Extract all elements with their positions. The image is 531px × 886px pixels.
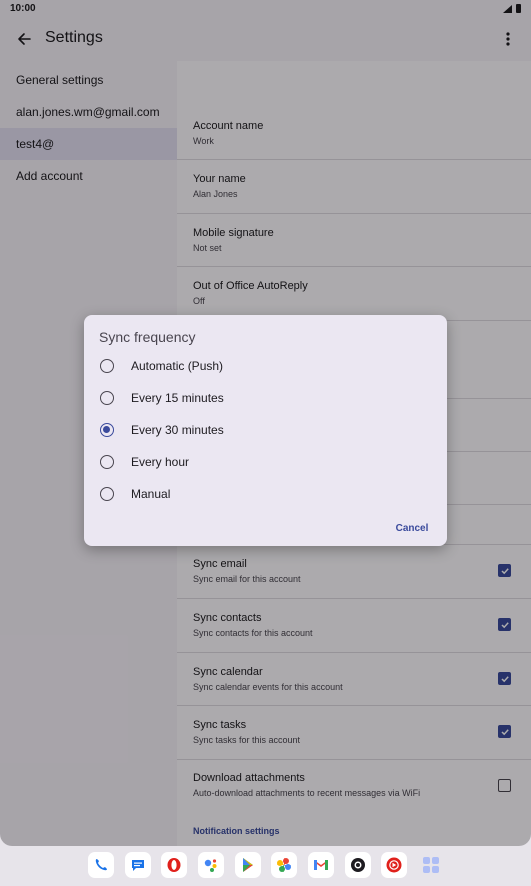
option-label: Automatic (Push) <box>131 359 224 373</box>
dialog-title: Sync frequency <box>99 329 196 345</box>
app-drawer-icon[interactable] <box>418 852 444 878</box>
play-store-icon[interactable] <box>234 852 261 878</box>
opera-icon[interactable] <box>161 852 188 878</box>
radio-button[interactable] <box>100 487 114 501</box>
sync-frequency-dialog: Sync frequency Automatic (Push) Every 15… <box>84 315 447 546</box>
option-label: Every hour <box>131 455 190 469</box>
phone-icon[interactable] <box>88 852 114 878</box>
option-every-30-minutes[interactable]: Every 30 minutes <box>84 414 447 446</box>
option-every-hour[interactable]: Every hour <box>84 446 447 478</box>
camera-icon[interactable] <box>344 852 371 878</box>
radio-button[interactable] <box>100 359 114 373</box>
radio-button[interactable] <box>100 455 114 469</box>
messages-icon[interactable] <box>124 852 151 878</box>
photos-icon[interactable] <box>271 852 298 878</box>
option-label: Every 30 minutes <box>131 423 224 437</box>
radio-button[interactable] <box>100 391 114 405</box>
option-manual[interactable]: Manual <box>84 478 447 510</box>
option-every-15-minutes[interactable]: Every 15 minutes <box>84 382 447 414</box>
gmail-icon[interactable] <box>307 852 334 878</box>
cancel-button[interactable]: Cancel <box>384 518 440 538</box>
option-label: Every 15 minutes <box>131 391 224 405</box>
youtube-music-icon[interactable] <box>381 852 408 878</box>
app-dock <box>88 847 444 883</box>
screen: 10:00 Settings General settings alan.jon… <box>0 0 531 846</box>
assistant-icon[interactable] <box>197 852 224 878</box>
option-label: Manual <box>131 487 171 501</box>
option-automatic-push[interactable]: Automatic (Push) <box>84 350 447 382</box>
radio-button-selected[interactable] <box>100 423 114 437</box>
